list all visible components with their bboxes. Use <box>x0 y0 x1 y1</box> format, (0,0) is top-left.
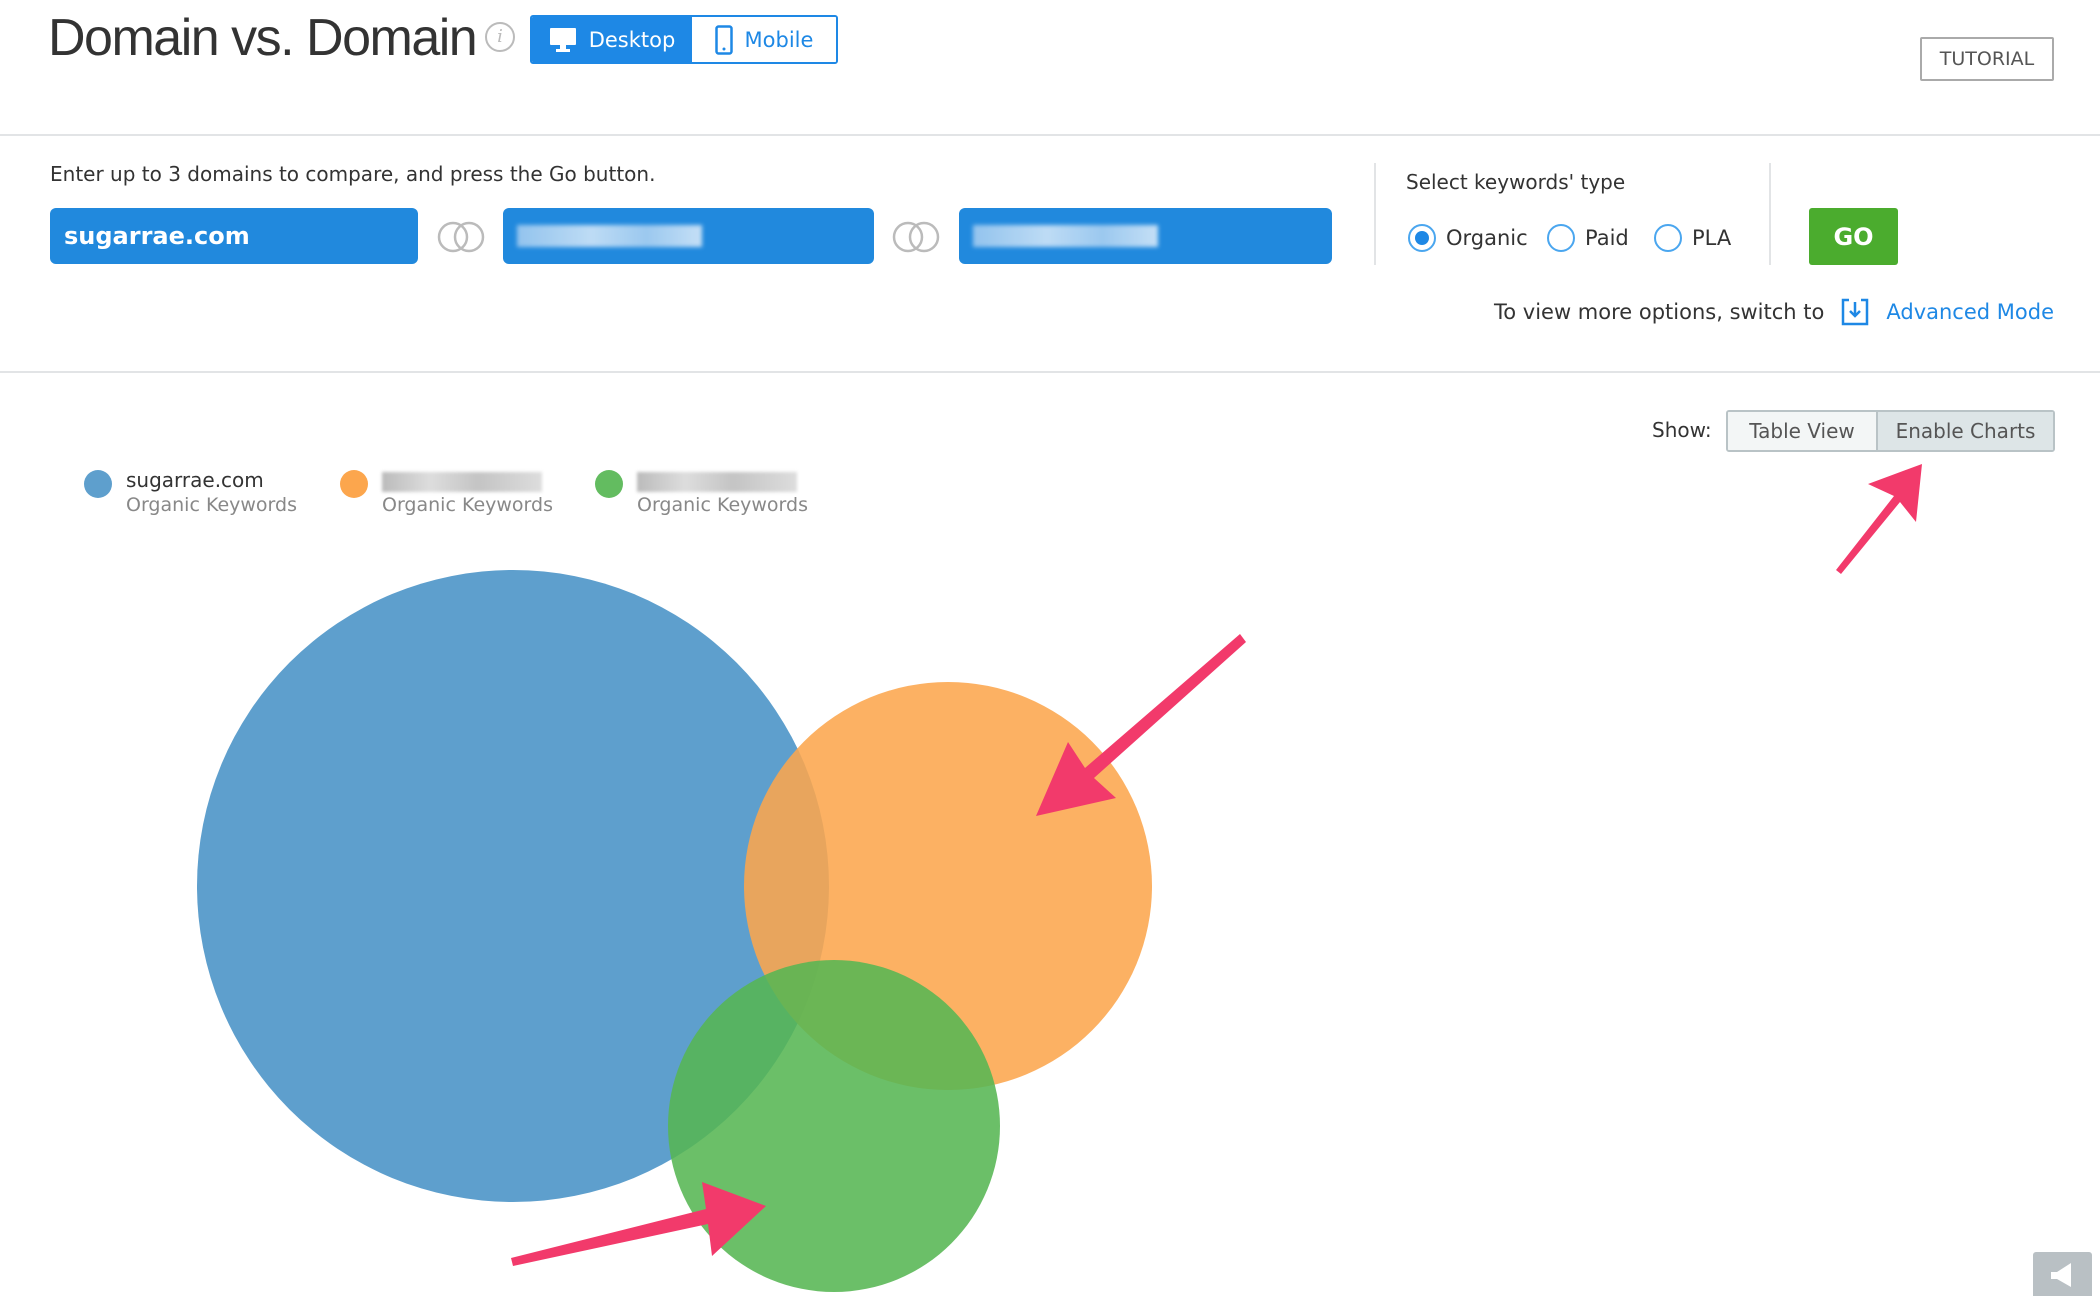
feedback-button[interactable] <box>2033 1252 2092 1296</box>
megaphone-icon <box>2051 1263 2071 1287</box>
arrow-annotation <box>1836 464 1922 574</box>
venn-diagram <box>197 464 1922 1292</box>
